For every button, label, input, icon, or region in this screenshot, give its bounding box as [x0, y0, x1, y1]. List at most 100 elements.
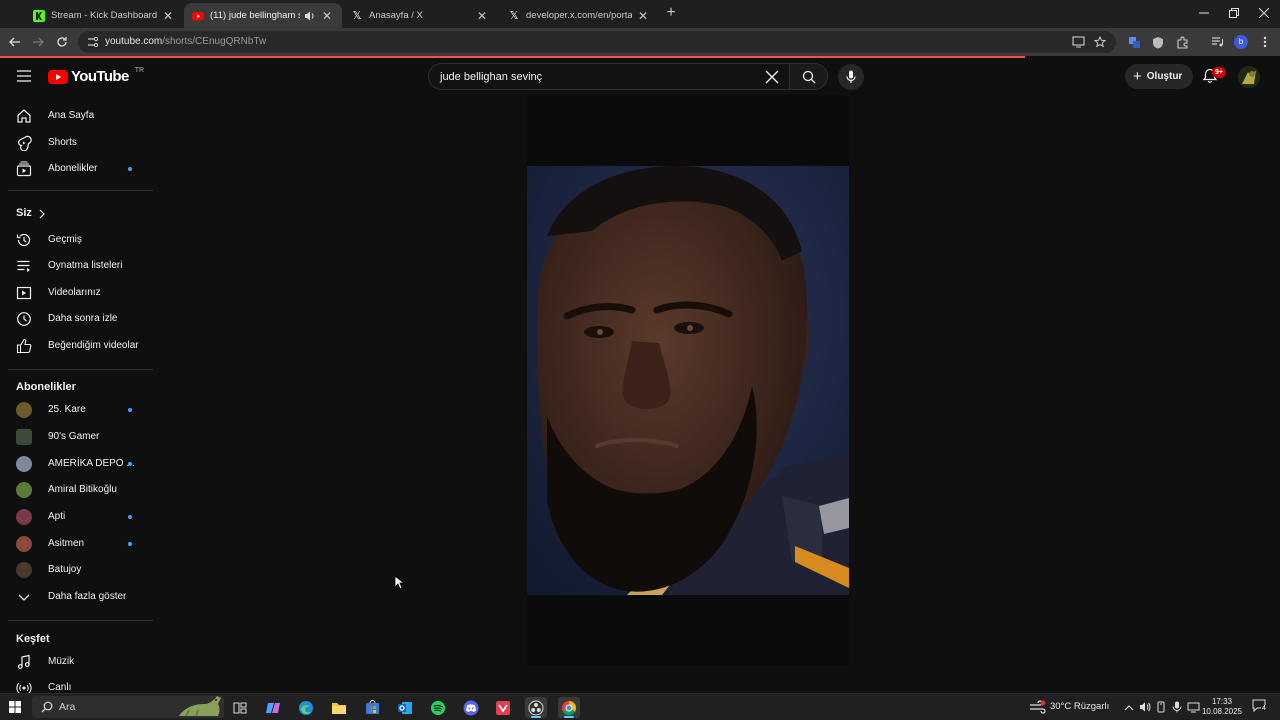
- cast-icon[interactable]: [1072, 36, 1085, 48]
- taskbar-file-explorer[interactable]: [328, 697, 350, 718]
- channel-avatar: [16, 429, 32, 445]
- start-button[interactable]: [9, 701, 21, 713]
- tab-title: (11) jude bellingham sevinç: [210, 10, 300, 21]
- media-controls-button[interactable]: [1208, 33, 1226, 51]
- sidebar-item-label: Videolarınız: [48, 287, 101, 298]
- volume-icon[interactable]: [1139, 701, 1151, 713]
- sidebar-item-history[interactable]: Geçmiş: [0, 227, 155, 253]
- clear-search-icon[interactable]: [765, 70, 779, 84]
- chevron-up-icon[interactable]: [1124, 704, 1134, 712]
- sidebar-channel-item[interactable]: Asitmen: [0, 531, 155, 557]
- create-button[interactable]: + Oluştur: [1125, 64, 1193, 89]
- close-window-button[interactable]: [1254, 4, 1274, 22]
- shield-icon: [1153, 36, 1163, 48]
- chrome-menu-button[interactable]: [1256, 33, 1274, 51]
- taskbar-store[interactable]: [361, 697, 383, 718]
- sidebar-item-label: Beğendiğim videolar: [48, 340, 139, 351]
- search-box[interactable]: jude bellighan sevinç: [428, 63, 828, 90]
- pen-icon[interactable]: [1155, 701, 1167, 713]
- sidebar-channel-item[interactable]: 25. Kare: [0, 397, 155, 423]
- shorts-video-player[interactable]: [527, 95, 849, 666]
- sidebar-item-watch-later[interactable]: Daha sonra izle: [0, 306, 155, 332]
- notification-center-button[interactable]: 4: [1252, 699, 1268, 715]
- bookmark-star-icon[interactable]: [1094, 36, 1106, 48]
- sidebar-you-header[interactable]: Siz: [0, 200, 155, 226]
- taskbar-search-box[interactable]: Ara: [32, 696, 224, 718]
- voice-search-button[interactable]: [838, 64, 864, 90]
- guide-menu-button[interactable]: [16, 70, 32, 82]
- back-button[interactable]: [6, 33, 24, 51]
- youtube-logo[interactable]: YouTube TR: [48, 67, 144, 85]
- extensions-button[interactable]: [1173, 33, 1191, 51]
- sidebar-item-live[interactable]: Canlı: [0, 675, 155, 693]
- sidebar-channel-item[interactable]: 90's Gamer: [0, 424, 155, 450]
- sidebar-item-your-videos[interactable]: Videolarınız: [0, 280, 155, 306]
- weather-text[interactable]: 30°C Rüzgarlı: [1050, 701, 1109, 712]
- channel-name: Asitmen: [48, 538, 85, 549]
- reload-button[interactable]: [53, 33, 71, 51]
- minimize-button[interactable]: [1194, 4, 1214, 22]
- search-button[interactable]: [789, 64, 827, 89]
- forward-button[interactable]: [29, 33, 47, 51]
- taskbar-edge[interactable]: [295, 697, 317, 718]
- speaker-icon[interactable]: [304, 10, 316, 22]
- microphone-tray-icon[interactable]: [1172, 701, 1182, 713]
- address-bar[interactable]: youtube.com/shorts/CEnugQRNbTw: [78, 31, 1116, 53]
- site-info-icon[interactable]: [87, 36, 99, 48]
- sidebar-item-label: Canlı: [48, 682, 72, 693]
- obs-icon: [528, 700, 544, 715]
- sidebar-item-label: Daha sonra izle: [48, 313, 118, 324]
- red-app-icon: [496, 700, 510, 715]
- sidebar-channel-item[interactable]: Batujoy: [0, 557, 155, 583]
- chevron-down-icon: [18, 594, 30, 601]
- close-tab-icon[interactable]: ✕: [475, 9, 489, 23]
- sidebar-channel-item[interactable]: Apti: [0, 504, 155, 530]
- taskbar-chrome[interactable]: [558, 697, 580, 718]
- new-tab-button[interactable]: +: [663, 5, 679, 21]
- sidebar-item-music[interactable]: Müzik: [0, 649, 155, 675]
- tab-kick-dashboard[interactable]: Stream - Kick Dashboard ✕: [25, 3, 183, 28]
- close-tab-icon[interactable]: ✕: [320, 9, 334, 23]
- profile-button[interactable]: b: [1232, 33, 1250, 51]
- folder-icon: [332, 702, 346, 714]
- tab-x-developer[interactable]: 𝕏 developer.x.com/en/portal/pro ✕: [500, 3, 658, 28]
- shield-extension-button[interactable]: [1149, 33, 1167, 51]
- taskbar-clock[interactable]: 17:33 10.08.2025: [1200, 697, 1244, 717]
- channel-name: Apti: [48, 511, 66, 522]
- channel-avatar: [16, 536, 32, 552]
- taskbar-discord[interactable]: [460, 697, 482, 718]
- sidebar-item-label: Müzik: [48, 656, 75, 667]
- tab-x-home[interactable]: 𝕏 Anasayfa / X ✕: [343, 3, 497, 28]
- tab-youtube[interactable]: (11) jude bellingham sevinç ✕: [184, 3, 342, 28]
- x-logo-icon: 𝕏: [509, 9, 519, 22]
- sidebar-item-liked-videos[interactable]: Beğendiğim videolar: [0, 333, 155, 359]
- translate-extension-button[interactable]: [1125, 33, 1143, 51]
- taskbar-outlook[interactable]: [394, 697, 416, 718]
- search-input[interactable]: jude bellighan sevinç: [440, 71, 542, 83]
- search-icon: [802, 70, 815, 83]
- outlook-icon: [398, 701, 412, 714]
- sidebar-item-shorts[interactable]: Shorts: [0, 130, 155, 156]
- sidebar-item-home[interactable]: Ana Sayfa: [0, 103, 155, 129]
- restore-button[interactable]: [1224, 4, 1244, 22]
- account-avatar[interactable]: [1238, 66, 1260, 88]
- taskbar-obs[interactable]: [525, 697, 547, 718]
- close-tab-icon[interactable]: ✕: [636, 9, 650, 23]
- sidebar-item-playlists[interactable]: Oynatma listeleri: [0, 253, 155, 279]
- sidebar-channel-item[interactable]: AMERİKA DEPO ...: [0, 451, 155, 477]
- video-frame-image: [527, 166, 849, 595]
- network-icon[interactable]: [1187, 702, 1200, 713]
- taskbar-app-red[interactable]: [492, 697, 514, 718]
- translate-icon: [1128, 36, 1140, 48]
- more-vertical-icon: [1263, 36, 1267, 48]
- close-tab-icon[interactable]: ✕: [161, 9, 175, 23]
- show-more-button[interactable]: Daha fazla göster: [0, 584, 155, 610]
- channel-avatar: [16, 456, 32, 472]
- sidebar-item-subscriptions[interactable]: Abonelikler: [0, 156, 155, 182]
- taskbar-spotify[interactable]: [427, 697, 449, 718]
- task-view-button[interactable]: [229, 697, 251, 718]
- taskbar-copilot[interactable]: [262, 697, 284, 718]
- sidebar-divider: [8, 190, 153, 191]
- sidebar-channel-item[interactable]: Amiral Bitikoğlu: [0, 477, 155, 503]
- notification-badge: 9+: [1212, 67, 1226, 78]
